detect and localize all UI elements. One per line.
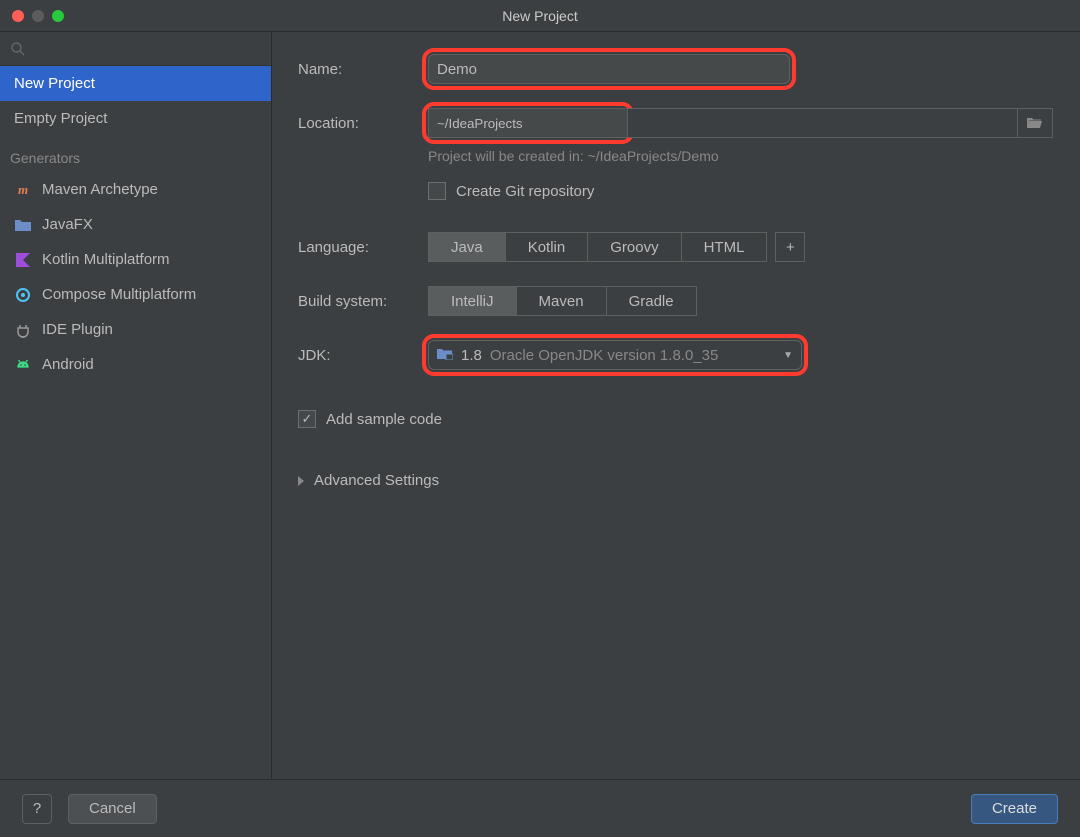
language-option-groovy[interactable]: Groovy <box>588 233 681 261</box>
folder-open-icon <box>1027 117 1043 129</box>
sample-code-label: Add sample code <box>326 411 442 428</box>
sidebar-item-ide-plugin[interactable]: IDE Plugin <box>0 312 271 347</box>
kotlin-icon <box>14 251 32 269</box>
jdk-label: JDK: <box>298 347 428 364</box>
sidebar-item-label: IDE Plugin <box>42 321 113 338</box>
build-option-maven[interactable]: Maven <box>517 287 607 315</box>
sidebar: New Project Empty Project Generators m M… <box>0 32 272 779</box>
row-git: Create Git repository <box>428 182 1054 200</box>
create-button[interactable]: Create <box>971 794 1058 824</box>
browse-button[interactable] <box>1017 108 1053 138</box>
row-sample-code: Add sample code <box>298 410 1054 428</box>
sidebar-search[interactable] <box>0 32 271 66</box>
name-input[interactable] <box>428 54 790 84</box>
minimize-window-button[interactable] <box>32 10 44 22</box>
jdk-folder-icon <box>437 347 453 364</box>
sidebar-item-label: New Project <box>14 75 95 92</box>
sidebar-item-kotlin-multiplatform[interactable]: Kotlin Multiplatform <box>0 242 271 277</box>
language-option-java[interactable]: Java <box>429 233 506 261</box>
chevron-right-icon <box>298 476 304 486</box>
row-build-system: Build system: IntelliJ Maven Gradle <box>298 282 1054 320</box>
sidebar-item-label: Android <box>42 356 94 373</box>
main-panel: Name: Location: Project will be created … <box>272 32 1080 779</box>
sample-code-checkbox[interactable] <box>298 410 316 428</box>
language-segmented: Java Kotlin Groovy HTML <box>428 232 767 262</box>
window-controls <box>0 10 64 22</box>
location-field-wrap <box>428 108 1053 138</box>
advanced-settings-label: Advanced Settings <box>314 472 439 489</box>
language-label: Language: <box>298 239 428 256</box>
android-icon <box>14 356 32 374</box>
jdk-dropdown[interactable]: 1.8 Oracle OpenJDK version 1.8.0_35 ▼ <box>428 340 802 370</box>
help-button[interactable]: ? <box>22 794 52 824</box>
sidebar-item-label: Empty Project <box>14 110 107 127</box>
folder-icon <box>14 216 32 234</box>
location-label: Location: <box>298 115 428 132</box>
row-language: Language: Java Kotlin Groovy HTML + <box>298 228 1054 266</box>
sidebar-item-empty-project[interactable]: Empty Project <box>0 101 271 136</box>
jdk-short-version: 1.8 <box>461 347 482 364</box>
content-area: New Project Empty Project Generators m M… <box>0 32 1080 779</box>
advanced-settings-toggle[interactable]: Advanced Settings <box>298 472 1054 489</box>
git-checkbox-label: Create Git repository <box>456 183 594 200</box>
row-location: Location: <box>298 104 1054 142</box>
search-icon <box>10 41 26 57</box>
language-option-kotlin[interactable]: Kotlin <box>506 233 589 261</box>
sidebar-item-label: JavaFX <box>42 216 93 233</box>
git-checkbox[interactable] <box>428 182 446 200</box>
sidebar-item-label: Kotlin Multiplatform <box>42 251 170 268</box>
location-hint: Project will be created in: ~/IdeaProjec… <box>428 148 1054 164</box>
titlebar: New Project <box>0 0 1080 32</box>
build-system-segmented: IntelliJ Maven Gradle <box>428 286 697 316</box>
language-option-html[interactable]: HTML <box>682 233 767 261</box>
sidebar-section-label: Generators <box>0 136 271 172</box>
build-option-intellij[interactable]: IntelliJ <box>429 287 517 315</box>
window-title: New Project <box>0 8 1080 24</box>
name-label: Name: <box>298 61 428 78</box>
maximize-window-button[interactable] <box>52 10 64 22</box>
plug-icon <box>14 321 32 339</box>
build-system-label: Build system: <box>298 293 428 310</box>
maven-icon: m <box>14 181 32 199</box>
sidebar-item-maven-archetype[interactable]: m Maven Archetype <box>0 172 271 207</box>
close-window-button[interactable] <box>12 10 24 22</box>
row-name: Name: <box>298 50 1054 88</box>
location-input-extension[interactable] <box>628 108 1017 138</box>
chevron-down-icon: ▼ <box>783 350 793 361</box>
cancel-button[interactable]: Cancel <box>68 794 157 824</box>
compose-icon <box>14 286 32 304</box>
sidebar-item-label: Compose Multiplatform <box>42 286 196 303</box>
build-option-gradle[interactable]: Gradle <box>607 287 696 315</box>
location-input[interactable] <box>428 108 628 138</box>
add-language-button[interactable]: + <box>775 232 805 262</box>
sidebar-item-android[interactable]: Android <box>0 347 271 382</box>
sidebar-item-compose-multiplatform[interactable]: Compose Multiplatform <box>0 277 271 312</box>
sidebar-item-new-project[interactable]: New Project <box>0 66 271 101</box>
jdk-description: Oracle OpenJDK version 1.8.0_35 <box>490 347 775 364</box>
row-jdk: JDK: 1.8 Oracle OpenJDK version 1.8.0_35… <box>298 336 1054 374</box>
footer: ? Cancel Create <box>0 779 1080 837</box>
sidebar-item-javafx[interactable]: JavaFX <box>0 207 271 242</box>
sidebar-item-label: Maven Archetype <box>42 181 158 198</box>
